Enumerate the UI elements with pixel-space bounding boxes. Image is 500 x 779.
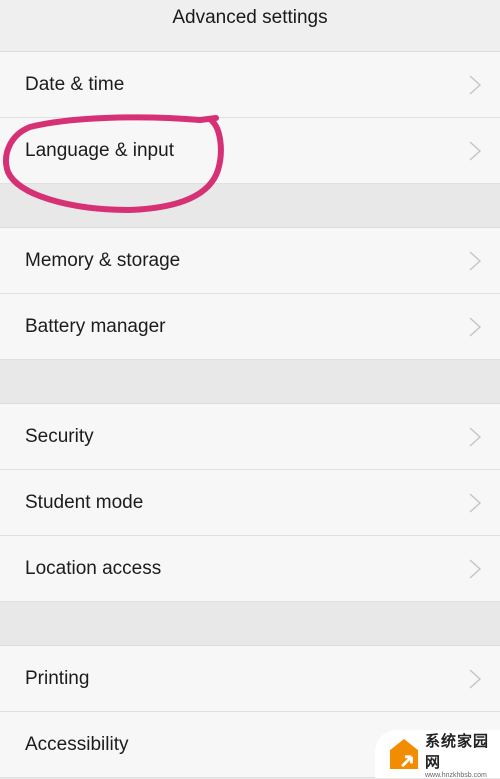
- house-logo-icon: [389, 739, 419, 769]
- section-divider: [0, 184, 500, 228]
- settings-item-date-time[interactable]: Date & time: [0, 52, 500, 118]
- settings-item-security[interactable]: Security: [0, 404, 500, 470]
- watermark-name: 系统家园网: [425, 732, 490, 771]
- chevron-right-icon: [469, 668, 482, 689]
- settings-item-label: Battery manager: [25, 315, 166, 337]
- watermark-badge: 系统家园网 www.hnzkhbsb.com: [375, 730, 500, 779]
- chevron-right-icon: [469, 558, 482, 579]
- chevron-right-icon: [469, 426, 482, 447]
- page-title: Advanced settings: [172, 6, 328, 28]
- settings-item-label: Language & input: [25, 139, 174, 161]
- settings-item-label: Memory & storage: [25, 249, 181, 271]
- settings-item-student-mode[interactable]: Student mode: [0, 470, 500, 536]
- chevron-right-icon: [469, 74, 482, 95]
- settings-item-label: Accessibility: [25, 733, 129, 755]
- settings-item-label: Printing: [25, 667, 90, 689]
- chevron-right-icon: [469, 316, 482, 337]
- chevron-right-icon: [469, 140, 482, 161]
- settings-item-label: Security: [25, 425, 94, 447]
- chevron-right-icon: [469, 250, 482, 271]
- settings-item-language-input[interactable]: Language & input: [0, 118, 500, 184]
- settings-item-label: Student mode: [25, 491, 144, 513]
- section-divider: [0, 602, 500, 646]
- settings-item-battery-manager[interactable]: Battery manager: [0, 294, 500, 360]
- watermark-url: www.hnzkhbsb.com: [425, 771, 487, 779]
- section-divider: [0, 360, 500, 404]
- chevron-right-icon: [469, 492, 482, 513]
- header: Advanced settings: [0, 0, 500, 52]
- settings-item-location-access[interactable]: Location access: [0, 536, 500, 602]
- settings-item-memory-storage[interactable]: Memory & storage: [0, 228, 500, 294]
- settings-item-label: Location access: [25, 557, 162, 579]
- settings-item-printing[interactable]: Printing: [0, 646, 500, 712]
- settings-list: Date & time Language & input Memory & st…: [0, 52, 500, 778]
- settings-item-label: Date & time: [25, 73, 125, 95]
